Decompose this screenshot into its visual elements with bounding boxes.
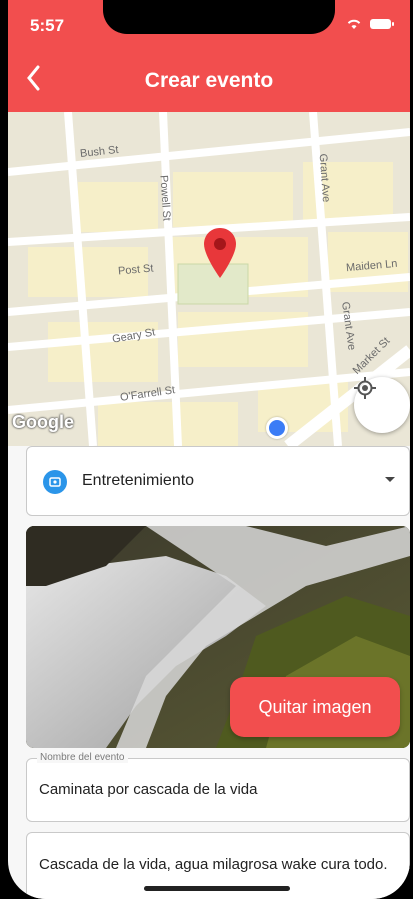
chevron-down-icon [385,477,395,482]
event-description-value[interactable]: Cascada de la vida, agua milagrosa wake … [39,855,394,875]
event-name-value[interactable]: Caminata por cascada de la vida [39,781,257,798]
status-icons [346,18,394,30]
google-logo: Google [12,412,74,432]
page-title: Crear evento [144,69,274,92]
wifi-icon [347,19,361,29]
current-location-dot [266,417,288,439]
event-name-label: Nombre del evento [37,752,128,763]
map-view[interactable]: Bush St Powell St Grant Ave Post St Maid… [8,112,410,446]
battery-icon [370,19,394,29]
crosshair-icon [354,377,376,399]
header-bar: 5:57 Crear evento [8,0,410,112]
device-notch [103,0,335,34]
home-indicator [144,886,290,891]
category-icon [43,470,67,494]
my-location-button[interactable] [354,377,410,433]
event-name-field[interactable]: Nombre del evento Caminata por cascada d… [26,752,410,822]
app-screen: 5:57 Crear evento Bush St Powell St Gran… [8,0,410,899]
map-pin-icon[interactable] [202,226,238,280]
category-value: Entretenimiento [82,472,195,489]
category-dropdown[interactable]: Entretenimiento [26,446,410,516]
remove-image-button[interactable]: Quitar imagen [230,677,400,737]
status-time: 5:57 [30,16,65,35]
